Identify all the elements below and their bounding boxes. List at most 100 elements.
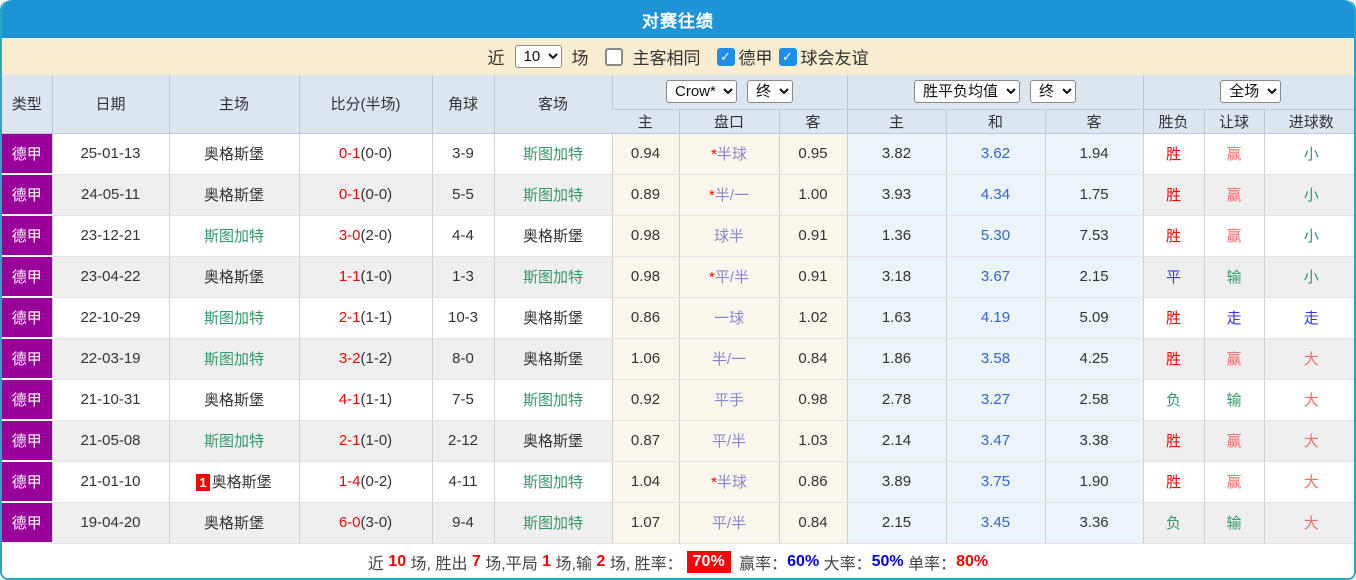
odds-away-cell: 1.00 bbox=[778, 174, 848, 216]
date-cell: 19-04-20 bbox=[51, 502, 169, 544]
handicap-result-text: 赢 bbox=[1226, 146, 1242, 163]
result-cell: 负 bbox=[1142, 502, 1205, 544]
summary-bar: 近 10 场, 胜出 7 场,平局 1 场,输 2 场, 胜率： 70% 赢率： 6… bbox=[2, 544, 1354, 578]
summary-segment: 赢率： bbox=[734, 555, 788, 573]
col-header-handicap-result: 让球 bbox=[1203, 109, 1265, 134]
home-team-cell: 斯图加特 bbox=[168, 420, 299, 462]
handicap-cell: *半球 bbox=[678, 461, 779, 503]
avg-away-cell: 2.15 bbox=[1044, 256, 1144, 298]
away-team-cell: 奥格斯堡 bbox=[493, 338, 612, 380]
date-cell: 23-12-21 bbox=[51, 215, 169, 257]
corner-cell: 4-11 bbox=[431, 461, 494, 503]
league-cell: 德甲 bbox=[2, 174, 52, 216]
odds-time-select[interactable]: 终 bbox=[747, 80, 794, 104]
result-cell: 胜 bbox=[1142, 420, 1205, 462]
away-team-cell: 斯图加特 bbox=[493, 133, 612, 175]
handicap-result-cell: 赢 bbox=[1203, 420, 1265, 462]
league-cell: 德甲 bbox=[2, 461, 52, 503]
odds-away-cell: 0.98 bbox=[778, 379, 848, 421]
odds-home-cell: 1.06 bbox=[611, 338, 679, 380]
handicap-text: 半球 bbox=[716, 146, 747, 163]
avg-home-cell: 2.78 bbox=[846, 379, 947, 421]
result-text: 平 bbox=[1166, 269, 1182, 286]
corner-cell: 4-4 bbox=[431, 215, 494, 257]
table-row: 德甲 24-05-11 奥格斯堡 0-1(0-0) 5-5 斯图加特 0.89 … bbox=[2, 174, 1354, 216]
friendly-label: 球会友谊 bbox=[800, 49, 869, 68]
scope-select-group: 全场 bbox=[1142, 75, 1354, 110]
odds-away-cell: 0.91 bbox=[778, 256, 848, 298]
away-team-cell: 奥格斯堡 bbox=[493, 420, 612, 462]
odds-home-cell: 0.98 bbox=[611, 215, 679, 257]
odds-away-cell: 0.86 bbox=[778, 461, 848, 503]
result-cell: 胜 bbox=[1142, 461, 1205, 503]
avg-away-cell: 4.25 bbox=[1044, 338, 1144, 380]
odds-home-cell: 0.92 bbox=[611, 379, 679, 421]
matches-label: 场 bbox=[571, 49, 589, 68]
corner-cell: 3-9 bbox=[431, 133, 494, 175]
col-header-goals-result: 进球数 bbox=[1263, 109, 1354, 134]
avg-home-cell: 3.89 bbox=[846, 461, 947, 503]
handicap-result-text: 赢 bbox=[1226, 187, 1242, 204]
away-team-cell: 奥格斯堡 bbox=[493, 215, 612, 257]
corner-cell: 8-0 bbox=[431, 338, 494, 380]
score-cell: 1-1(1-0) bbox=[298, 256, 432, 298]
handicap-text: 平/半 bbox=[714, 269, 749, 286]
summary-segment: 场, 胜出 bbox=[406, 555, 472, 573]
same-venue-checkbox[interactable] bbox=[604, 47, 623, 66]
avg-away-cell: 3.36 bbox=[1044, 502, 1144, 544]
handicap-cell: 一球 bbox=[678, 297, 779, 339]
fulltime-score: 2-1 bbox=[338, 309, 361, 326]
avg-home-cell: 2.15 bbox=[846, 502, 947, 544]
home-team-name: 奥格斯堡 bbox=[203, 269, 264, 286]
league-checkbox[interactable] bbox=[716, 47, 735, 66]
handicap-text: 半/一 bbox=[711, 351, 747, 368]
avg-draw-cell: 3.45 bbox=[945, 502, 1046, 544]
avg-away-cell: 1.90 bbox=[1044, 461, 1144, 503]
corner-cell: 1-3 bbox=[431, 256, 494, 298]
avg-draw-cell: 3.27 bbox=[945, 379, 1046, 421]
handicap-result-cell: 赢 bbox=[1203, 461, 1265, 503]
result-text: 胜 bbox=[1166, 310, 1182, 327]
recent-count-select[interactable]: 10 bbox=[514, 45, 562, 68]
col-header-date: 日期 bbox=[51, 75, 169, 134]
avg-home-cell: 1.36 bbox=[846, 215, 947, 257]
friendly-checkbox[interactable] bbox=[778, 47, 797, 66]
home-team-name: 奥格斯堡 bbox=[203, 146, 264, 163]
home-team-cell: 奥格斯堡 bbox=[168, 256, 299, 298]
away-team-name: 奥格斯堡 bbox=[522, 433, 583, 450]
halftime-score: (1-2) bbox=[360, 350, 393, 367]
result-text: 负 bbox=[1166, 515, 1182, 532]
avg-type-select[interactable]: 胜平负均值 bbox=[914, 80, 1021, 104]
home-team-cell: 奥格斯堡 bbox=[168, 502, 299, 544]
home-team-name: 奥格斯堡 bbox=[211, 474, 272, 491]
col-header-type: 类型 bbox=[2, 75, 52, 134]
avg-away-cell: 2.58 bbox=[1044, 379, 1144, 421]
halftime-score: (1-1) bbox=[360, 391, 393, 408]
halftime-score: (0-0) bbox=[360, 145, 393, 162]
summary-segment: 80% bbox=[956, 552, 989, 570]
home-team-cell: 斯图加特 bbox=[168, 215, 299, 257]
odds-away-cell: 1.03 bbox=[778, 420, 848, 462]
summary-segment: 单率： bbox=[903, 555, 957, 573]
avg-home-cell: 1.86 bbox=[846, 338, 947, 380]
col-header-corner: 角球 bbox=[431, 75, 494, 134]
summary-segment: 场,平局 bbox=[480, 555, 543, 573]
avg-time-select[interactable]: 终 bbox=[1030, 80, 1077, 104]
goals-result-cell: 小 bbox=[1263, 215, 1354, 257]
odds-provider-select[interactable]: Crow* bbox=[666, 80, 738, 104]
handicap-result-cell: 走 bbox=[1203, 297, 1265, 339]
scope-select[interactable]: 全场 bbox=[1220, 80, 1282, 104]
goals-result-cell: 大 bbox=[1263, 379, 1354, 421]
score-cell: 3-0(2-0) bbox=[298, 215, 432, 257]
home-team-cell: 奥格斯堡 bbox=[168, 379, 299, 421]
col-header-home: 主场 bbox=[168, 75, 299, 134]
league-cell: 德甲 bbox=[2, 215, 52, 257]
col-header-odds-away: 客 bbox=[778, 109, 848, 134]
summary-segment: 场, 胜率： bbox=[605, 555, 683, 573]
result-text: 胜 bbox=[1166, 228, 1182, 245]
fulltime-score: 4-1 bbox=[338, 391, 361, 408]
table-row: 德甲 21-10-31 奥格斯堡 4-1(1-1) 7-5 斯图加特 0.92 … bbox=[2, 379, 1354, 421]
handicap-text: 半球 bbox=[716, 474, 747, 491]
table-row: 德甲 23-04-22 奥格斯堡 1-1(1-0) 1-3 斯图加特 0.98 … bbox=[2, 256, 1354, 298]
col-header-away: 客场 bbox=[493, 75, 612, 134]
